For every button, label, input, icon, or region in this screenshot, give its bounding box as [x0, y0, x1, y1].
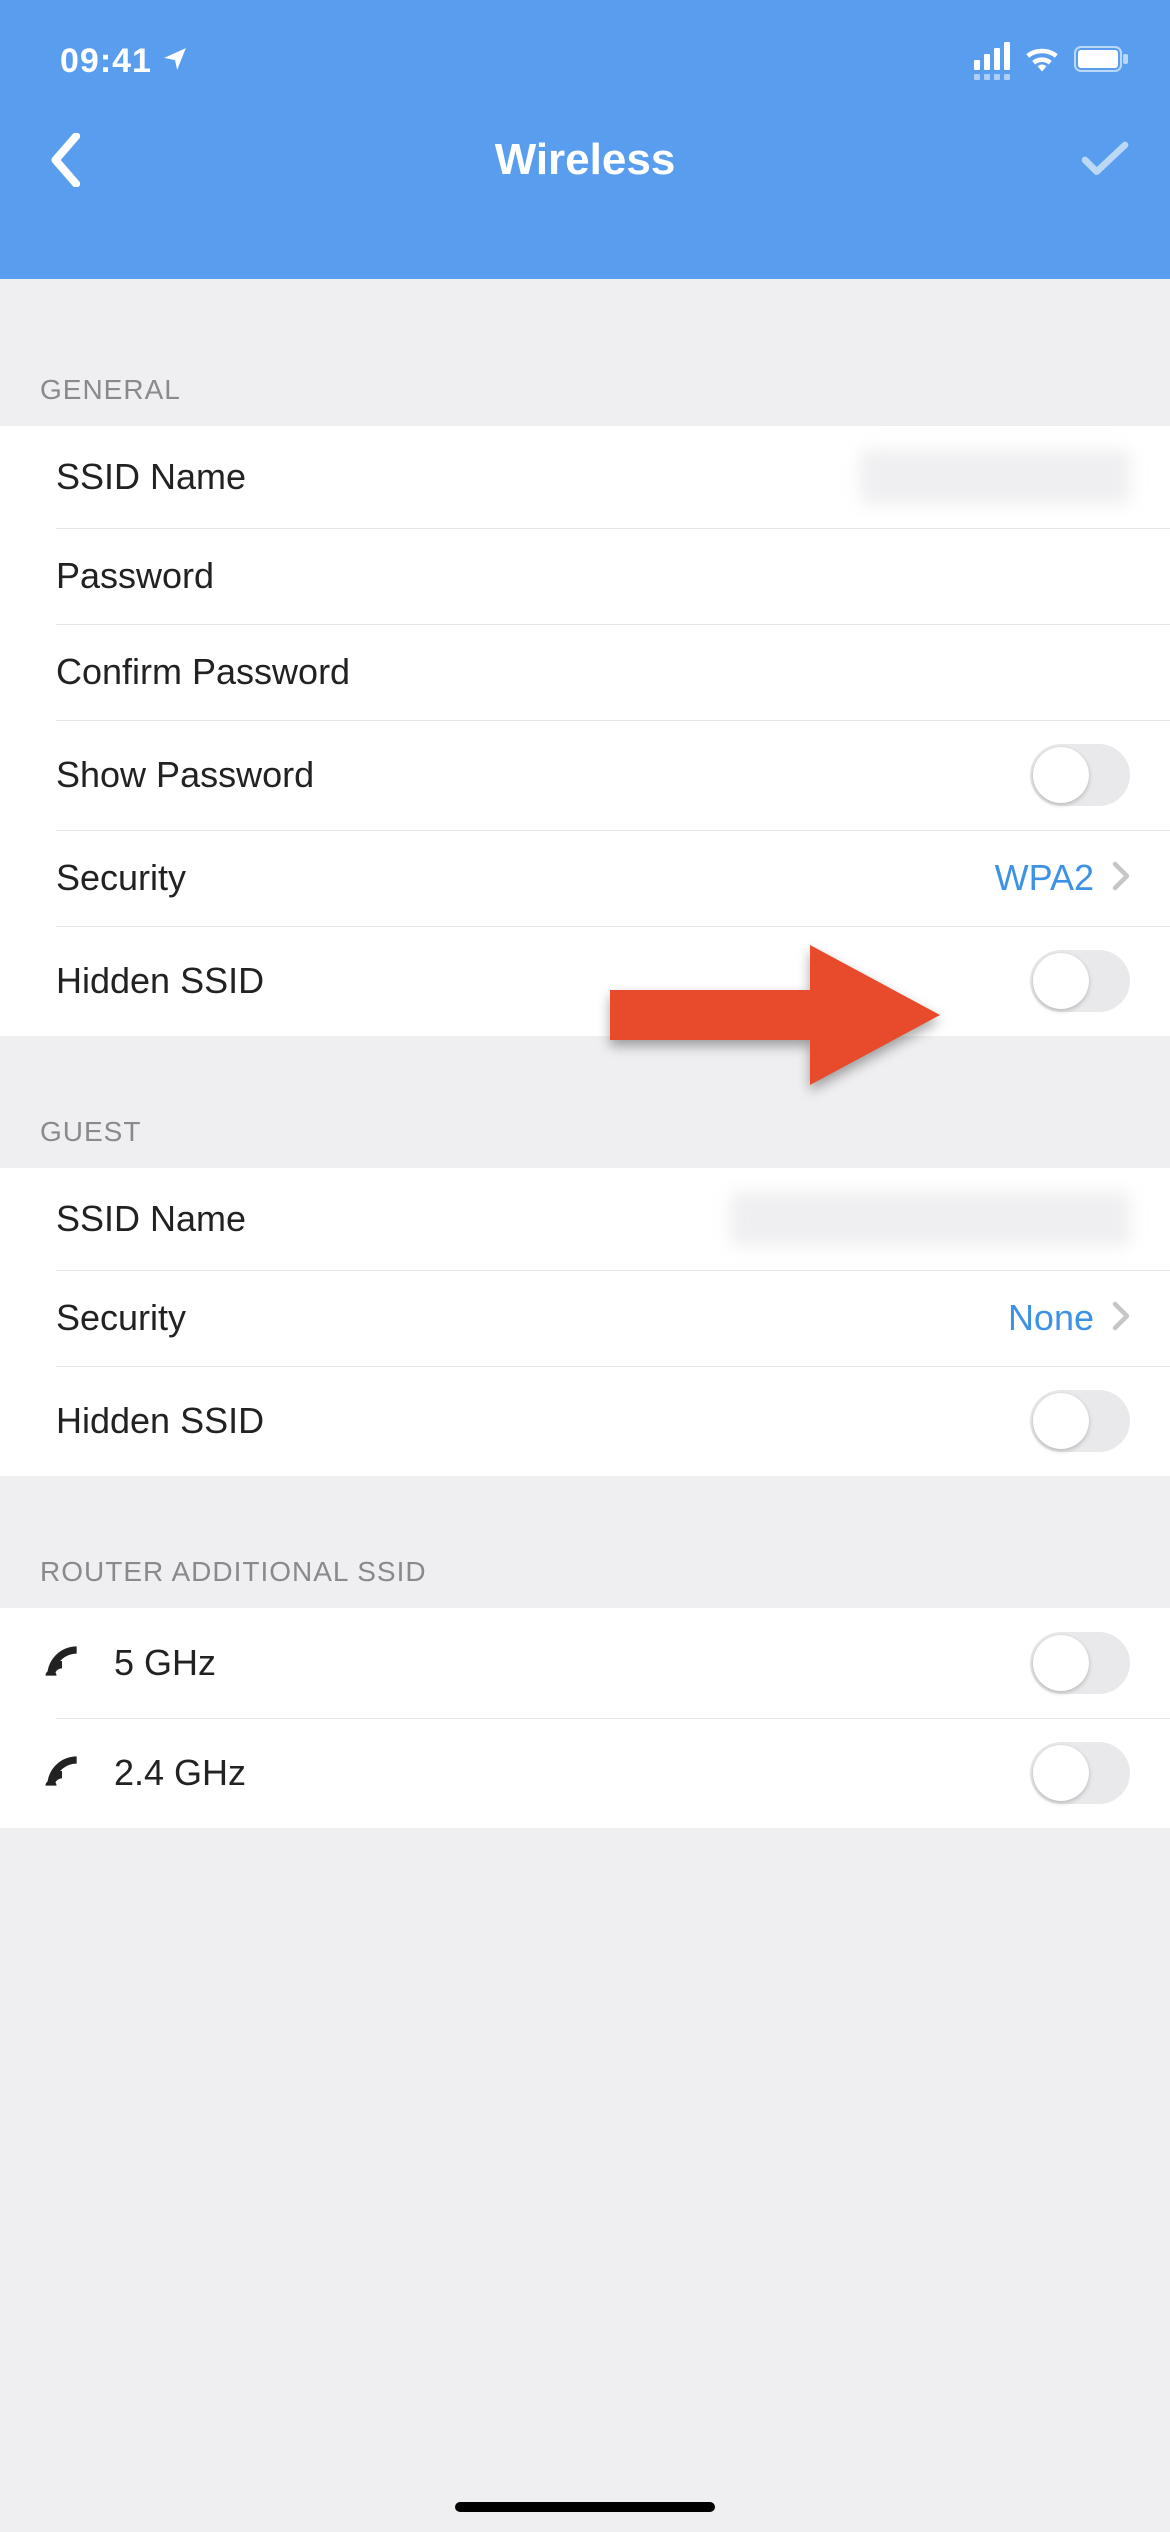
- status-time: 09:41: [60, 42, 152, 81]
- group-general: SSID Name Password Confirm Password Show…: [0, 426, 1170, 1036]
- hidden-ssid-toggle[interactable]: [1030, 950, 1130, 1012]
- guest-hidden-ssid-label: Hidden SSID: [56, 1400, 1030, 1442]
- section-header-general: GENERAL: [0, 279, 1170, 426]
- section-header-router-additional: ROUTER ADDITIONAL SSID: [0, 1476, 1170, 1608]
- guest-ssid-name-label: SSID Name: [56, 1198, 730, 1240]
- row-guest-hidden-ssid: Hidden SSID: [0, 1366, 1170, 1476]
- page-title: Wireless: [100, 135, 1070, 185]
- band-24ghz-toggle[interactable]: [1030, 1742, 1130, 1804]
- row-guest-ssid-name[interactable]: SSID Name: [0, 1168, 1170, 1270]
- row-guest-security[interactable]: Security None: [0, 1270, 1170, 1366]
- row-password[interactable]: Password: [0, 528, 1170, 624]
- wifi-icon: [1024, 42, 1060, 81]
- status-left: 09:41: [60, 42, 188, 81]
- chevron-right-icon: [1112, 1301, 1130, 1336]
- guest-ssid-name-value-redacted: [730, 1192, 1130, 1246]
- chevron-right-icon: [1112, 861, 1130, 896]
- band-5ghz-toggle[interactable]: [1030, 1632, 1130, 1694]
- row-hidden-ssid: Hidden SSID: [0, 926, 1170, 1036]
- row-5ghz: 5 GHz: [0, 1608, 1170, 1718]
- location-icon: [162, 42, 188, 81]
- status-bar: 09:41: [0, 0, 1170, 100]
- row-ssid-name[interactable]: SSID Name: [0, 426, 1170, 528]
- home-indicator: [455, 2502, 715, 2512]
- battery-icon: [1074, 42, 1130, 81]
- show-password-toggle[interactable]: [1030, 744, 1130, 806]
- show-password-label: Show Password: [56, 754, 1030, 796]
- cellular-icon: [974, 42, 1010, 80]
- group-router-additional: 5 GHz 2.4 GHz: [0, 1608, 1170, 1828]
- wifi-band-icon: [40, 1749, 84, 1798]
- group-guest: SSID Name Security None Hidden SSID: [0, 1168, 1170, 1476]
- band-5ghz-label: 5 GHz: [114, 1642, 1030, 1684]
- row-confirm-password[interactable]: Confirm Password: [0, 624, 1170, 720]
- app-header: 09:41 Wireless: [0, 0, 1170, 279]
- guest-security-value: None: [1008, 1297, 1094, 1339]
- row-24ghz: 2.4 GHz: [0, 1718, 1170, 1828]
- security-value: WPA2: [995, 857, 1094, 899]
- status-right: [974, 42, 1130, 81]
- row-security[interactable]: Security WPA2: [0, 830, 1170, 926]
- ssid-name-value-redacted: [860, 450, 1130, 504]
- nav-bar: Wireless: [0, 100, 1170, 220]
- back-button[interactable]: [30, 125, 100, 195]
- password-label: Password: [56, 555, 1130, 597]
- row-show-password: Show Password: [0, 720, 1170, 830]
- guest-hidden-ssid-toggle[interactable]: [1030, 1390, 1130, 1452]
- section-header-guest: GUEST: [0, 1036, 1170, 1168]
- confirm-button[interactable]: [1070, 125, 1140, 195]
- ssid-name-label: SSID Name: [56, 456, 860, 498]
- confirm-password-label: Confirm Password: [56, 651, 1130, 693]
- hidden-ssid-label: Hidden SSID: [56, 960, 1030, 1002]
- guest-security-label: Security: [56, 1297, 1008, 1339]
- security-label: Security: [56, 857, 995, 899]
- wifi-band-icon: [40, 1639, 84, 1688]
- band-24ghz-label: 2.4 GHz: [114, 1752, 1030, 1794]
